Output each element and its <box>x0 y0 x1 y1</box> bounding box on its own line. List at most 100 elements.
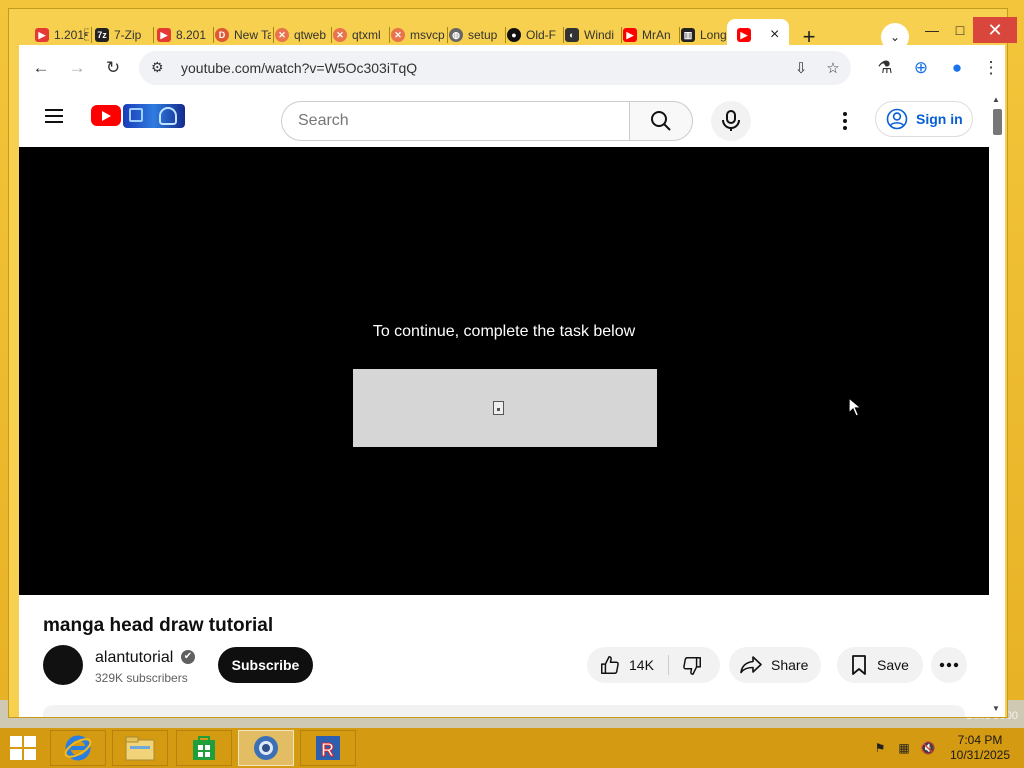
volume-muted-icon[interactable]: 🔇 <box>920 740 936 756</box>
dll-site-icon: ✕ <box>333 28 347 42</box>
search-button[interactable] <box>629 101 693 141</box>
mouse-cursor-icon <box>848 397 862 417</box>
description-box[interactable] <box>43 705 965 717</box>
tab-11-label: MrAn <box>642 28 671 42</box>
downloads-icon[interactable]: ⊕ <box>909 56 933 80</box>
share-arrow-icon <box>740 656 762 674</box>
maximize-button[interactable]: □ <box>945 17 975 43</box>
github-icon: ● <box>507 28 521 42</box>
svg-text:R: R <box>321 740 334 760</box>
pdf-icon: ▶ <box>35 28 49 42</box>
scroll-thumb[interactable] <box>993 109 1002 135</box>
archive-icon: ▥ <box>681 28 695 42</box>
minimize-button[interactable]: — <box>917 17 947 43</box>
youtube-doodle-logo[interactable] <box>123 104 185 128</box>
share-button[interactable]: Share <box>729 647 821 683</box>
dll-site-icon: ✕ <box>391 28 405 42</box>
folder-icon <box>125 736 155 761</box>
player-message: To continue, complete the task below <box>372 323 636 340</box>
page-scrollbar[interactable]: ▲ ▼ <box>989 91 1005 717</box>
reload-icon[interactable]: ↻ <box>101 56 125 80</box>
taskbar-file-explorer[interactable] <box>112 730 168 766</box>
tab-4-label: New Ta <box>234 28 271 42</box>
7zip-icon: 7z <box>95 28 109 42</box>
more-horizontal-icon <box>939 662 959 668</box>
thumbs-up-icon[interactable] <box>599 654 621 676</box>
subscribe-button[interactable]: Subscribe <box>218 647 313 683</box>
microphone-icon <box>722 110 740 131</box>
window-close-button[interactable]: ✕ <box>973 17 1017 43</box>
scroll-up-arrow-icon[interactable]: ▲ <box>992 95 1000 104</box>
back-arrow-icon[interactable]: ← <box>29 56 53 80</box>
tab-9-label: Old-F <box>526 28 556 42</box>
verified-badge-icon: ✔ <box>181 650 195 664</box>
dll-site-icon: ✕ <box>275 28 289 42</box>
share-label: Share <box>771 657 809 673</box>
labs-flask-icon[interactable]: ⚗ <box>873 56 897 80</box>
roblox-icon: R <box>316 736 340 761</box>
bookmark-icon <box>852 655 866 675</box>
address-bar[interactable]: ⚙ youtube.com/watch?v=W5Oc303iTqQ ⇩ ☆ <box>139 51 851 85</box>
youtube-icon: ▶ <box>623 28 637 42</box>
browser-toolbar: ← → ↻ ⚙ youtube.com/watch?v=W5Oc303iTqQ … <box>19 45 1005 91</box>
globe-icon: ◍ <box>449 28 463 42</box>
install-app-icon[interactable]: ⇩ <box>791 58 811 78</box>
forward-arrow-icon[interactable]: → <box>65 56 89 80</box>
system-clock[interactable]: 7:04 PM 10/31/2025 <box>944 733 1016 763</box>
tab-1-label: 1.201 <box>54 28 89 42</box>
youtube-header: Sign in <box>19 91 989 147</box>
save-button[interactable]: Save <box>837 647 923 683</box>
sign-in-label: Sign in <box>916 111 963 127</box>
voice-search-button[interactable] <box>711 101 751 141</box>
tab-2-label: 7-Zip <box>114 28 142 42</box>
start-windows-icon[interactable] <box>10 736 38 762</box>
tab-10-label: Windi <box>584 28 615 42</box>
clock-date: 10/31/2025 <box>949 748 1011 762</box>
tab-3-label: 8.201 <box>176 28 207 42</box>
url-text[interactable]: youtube.com/watch?v=W5Oc303iTqQ <box>181 60 417 76</box>
search-input[interactable] <box>298 111 618 131</box>
tab-7-label: msvcp <box>410 28 445 42</box>
action-center-flag-icon[interactable]: ⚑ <box>872 740 888 756</box>
duckduckgo-icon: D <box>215 28 229 42</box>
tab-5-label: qtweb <box>294 28 327 42</box>
channel-avatar[interactable] <box>43 645 83 685</box>
site-info-icon[interactable]: ⚙ <box>151 59 164 76</box>
broken-document-icon <box>493 401 504 415</box>
clock-time: 7:04 PM <box>957 733 1003 747</box>
subscriber-count: 329K subscribers <box>95 671 188 685</box>
scroll-down-arrow-icon[interactable]: ▼ <box>992 704 1000 713</box>
like-dislike-group: 14K <box>587 647 720 683</box>
taskbar-roblox[interactable]: R <box>300 730 356 766</box>
more-actions-button[interactable] <box>931 647 967 683</box>
channel-name[interactable]: alantutorial <box>95 649 173 667</box>
account-circle-icon <box>886 108 908 130</box>
sign-in-button[interactable]: Sign in <box>875 101 973 137</box>
taskbar: R ⚑ ▦ 🔇 7:04 PM 10/31/2025 <box>0 728 1024 768</box>
thumbs-down-icon[interactable] <box>681 655 703 677</box>
profile-icon[interactable]: ● <box>945 56 969 80</box>
tab-8-label: setup <box>468 28 498 42</box>
browser-window: ▶ 1.201 7z 7-Zip ▶ 8.201 D New Ta ✕ qtw… <box>8 8 1017 718</box>
tab-6-label: qtxml <box>352 28 381 42</box>
video-player[interactable]: To continue, complete the task below <box>19 147 989 595</box>
store-icon <box>193 736 215 760</box>
taskbar-browser[interactable] <box>238 730 294 766</box>
taskbar-internet-explorer[interactable] <box>50 730 106 766</box>
bookmark-star-icon[interactable]: ☆ <box>823 58 843 78</box>
search-box[interactable] <box>281 101 631 141</box>
browser-menu-icon[interactable]: ⋮ <box>979 56 1003 80</box>
like-count[interactable]: 14K <box>629 657 654 673</box>
menu-icon[interactable] <box>45 109 63 123</box>
settings-more-icon[interactable] <box>833 109 857 133</box>
tab-12-label: Long <box>700 28 727 42</box>
taskbar-store[interactable] <box>176 730 232 766</box>
verification-task-box[interactable] <box>353 369 657 447</box>
close-tab-icon[interactable]: × <box>770 26 779 44</box>
youtube-logo-icon[interactable] <box>91 105 121 126</box>
video-title: manga head draw tutorial <box>43 615 274 636</box>
windows-site-icon: ◐ <box>565 28 579 42</box>
network-icon[interactable]: ▦ <box>896 740 912 756</box>
browser-globe-icon <box>254 736 278 760</box>
pdf-icon: ▶ <box>157 28 171 42</box>
